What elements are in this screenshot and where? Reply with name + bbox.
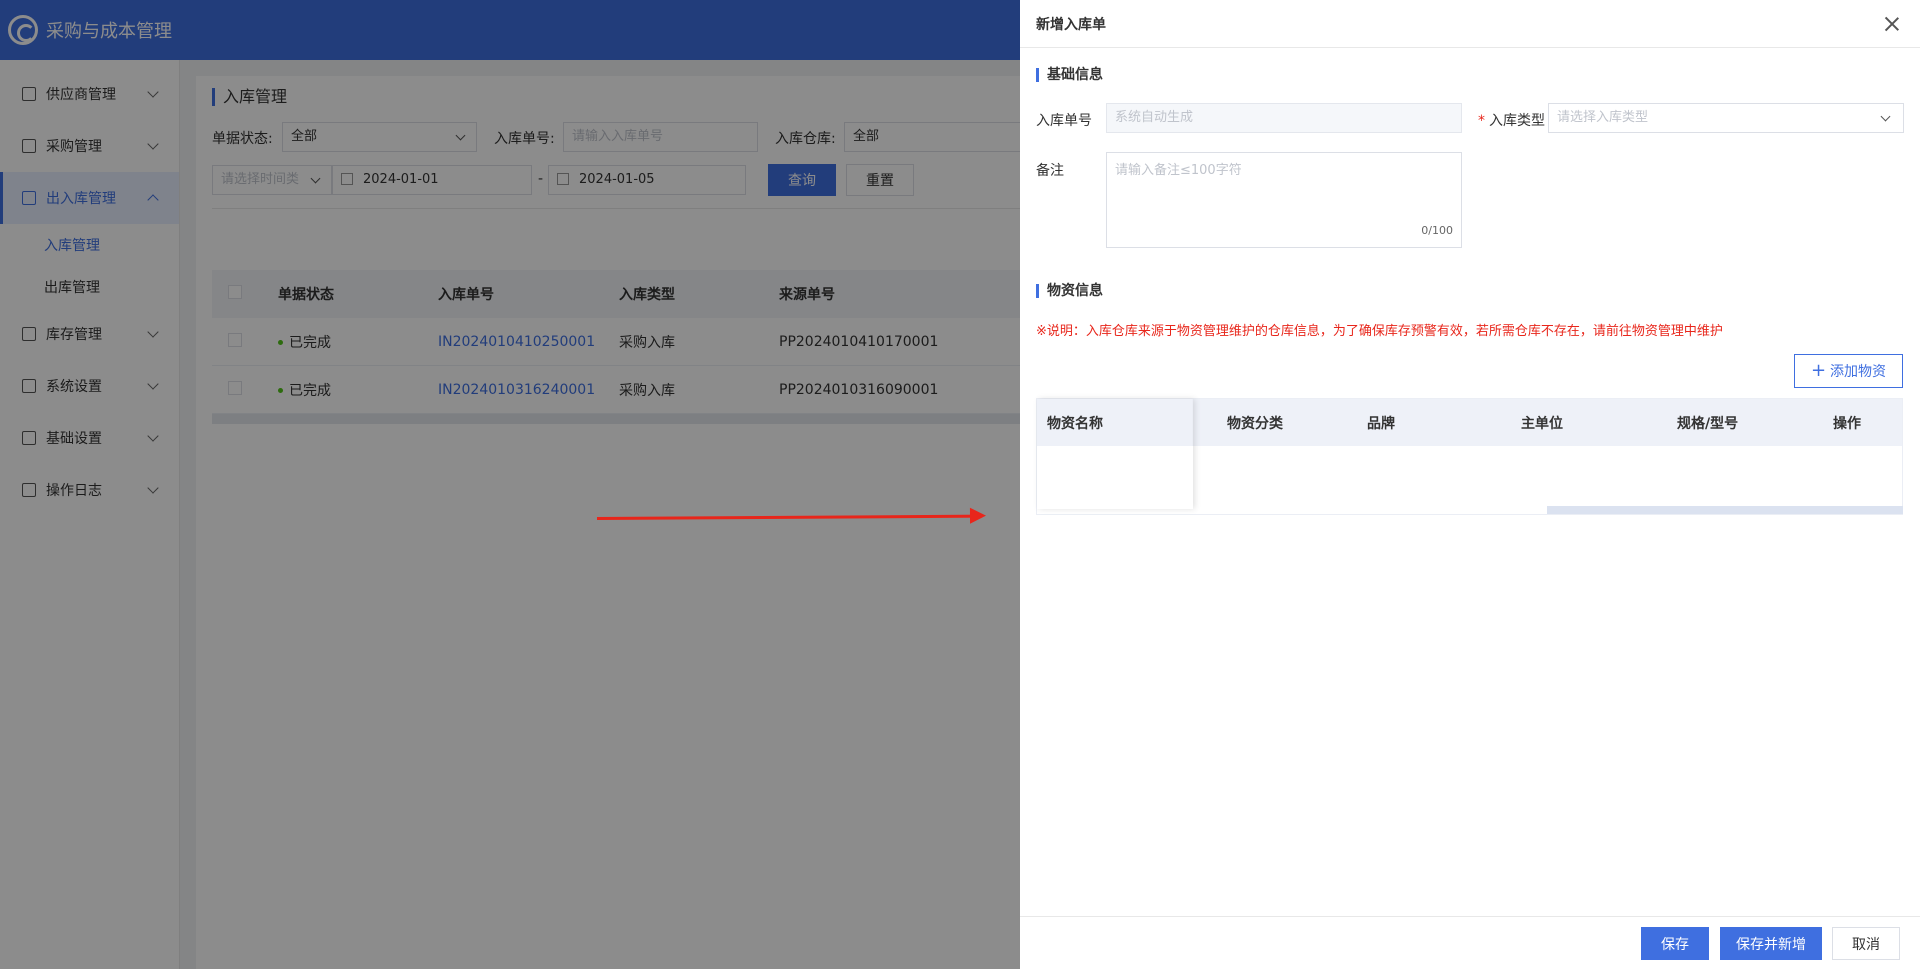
close-icon[interactable] [1884, 16, 1900, 32]
material-header-cell: 操作 [1833, 416, 1861, 432]
remark-textarea[interactable]: 请输入备注≤100字符 0/100 [1106, 152, 1462, 248]
inbound-no-label: 入库单号 [1036, 113, 1092, 129]
remark-label: 备注 [1036, 163, 1064, 179]
add-material-button[interactable]: + 添加物资 [1794, 354, 1903, 388]
inbound-type-label-text: 入库类型 [1489, 113, 1545, 129]
remark-counter: 0/100 [1421, 224, 1453, 237]
cancel-button[interactable]: 取消 [1832, 927, 1900, 960]
add-inbound-drawer: 新增入库单 基础信息 入库单号 系统自动生成 * 入库类型 请选择入库类型 备注 … [1020, 0, 1920, 969]
drawer-footer: 保存 保存并新增 取消 [1020, 916, 1920, 969]
remark-placeholder: 请输入备注≤100字符 [1115, 163, 1242, 178]
chevron-down-icon [1880, 111, 1891, 122]
add-material-label: 添加物资 [1830, 364, 1887, 380]
material-table-scrollbar[interactable] [1547, 506, 1903, 514]
basic-info-section-title: 基础信息 [1036, 68, 1103, 82]
required-mark: * [1478, 113, 1485, 129]
save-and-new-button[interactable]: 保存并新增 [1720, 927, 1822, 960]
material-header-cell: 主单位 [1521, 416, 1563, 432]
material-header-cell: 规格/型号 [1677, 416, 1739, 432]
inbound-type-label: * 入库类型 [1478, 110, 1545, 130]
plus-icon: + [1810, 360, 1827, 381]
inbound-type-select[interactable]: 请选择入库类型 [1548, 103, 1904, 133]
material-header-cell: 物资名称 [1037, 399, 1193, 446]
inbound-no-field: 系统自动生成 [1106, 103, 1462, 133]
material-note: ※说明：入库仓库来源于物资管理维护的仓库信息，为了确保库存预警有效，若所需仓库不… [1036, 324, 1723, 339]
save-button[interactable]: 保存 [1641, 927, 1709, 960]
inbound-type-placeholder: 请选择入库类型 [1557, 110, 1649, 125]
material-info-section-title: 物资信息 [1036, 284, 1103, 298]
material-table: 物资分类 品牌 主单位 规格/型号 操作 物资名称 [1036, 398, 1903, 515]
drawer-header: 新增入库单 [1020, 0, 1920, 48]
material-fixed-column: 物资名称 [1037, 399, 1193, 509]
material-header-cell: 物资分类 [1227, 416, 1283, 432]
material-header-cell: 品牌 [1367, 416, 1395, 432]
drawer-title: 新增入库单 [1036, 16, 1106, 33]
